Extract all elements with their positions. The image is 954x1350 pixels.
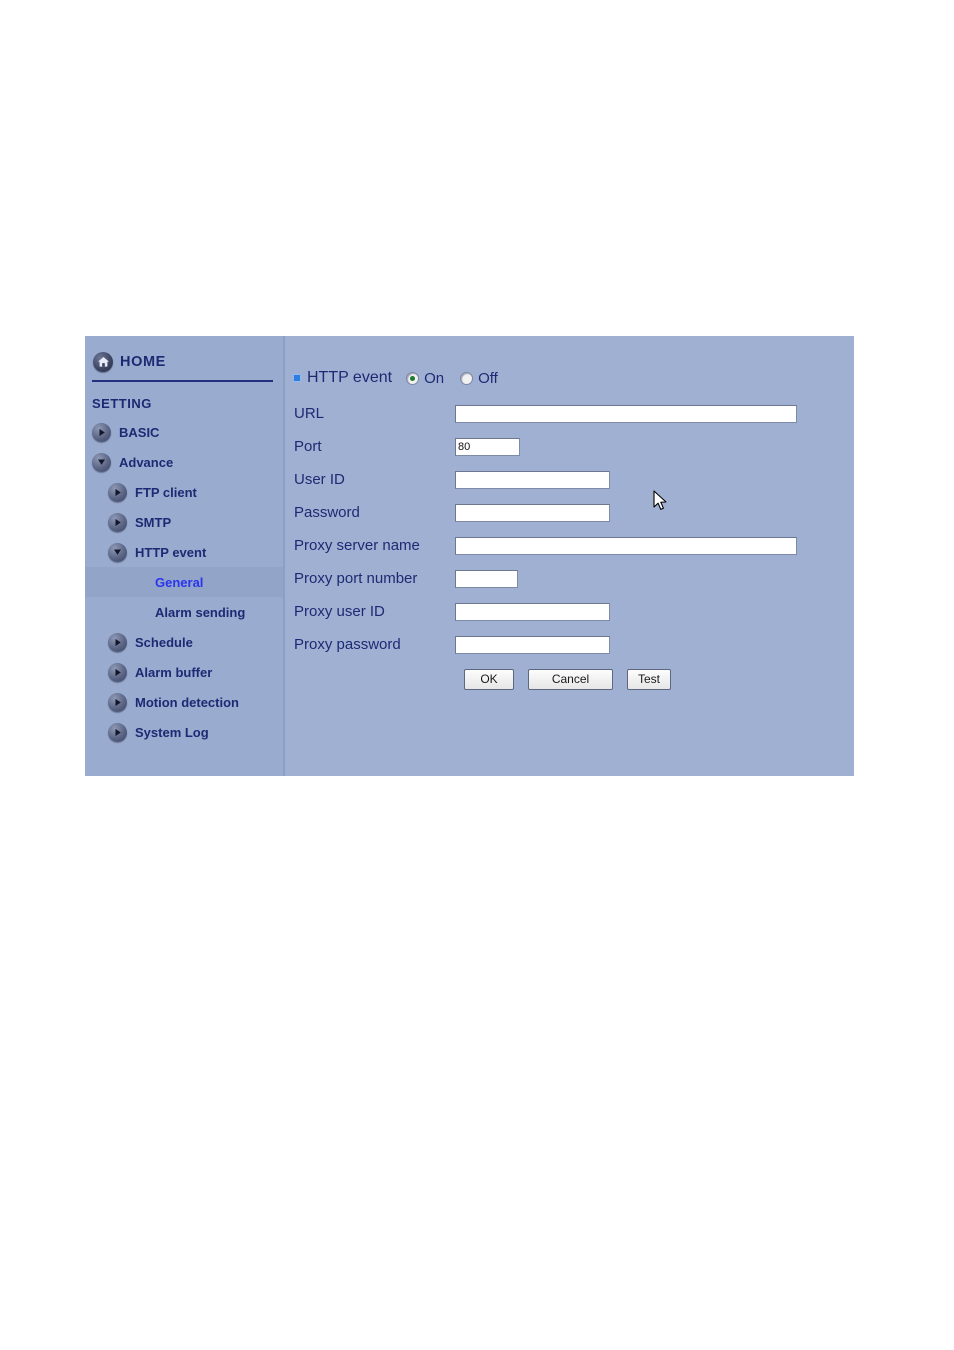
radio-off-label: Off xyxy=(478,369,498,387)
form-row-url: URL xyxy=(294,397,854,430)
form-row-user-id: User ID xyxy=(294,463,854,496)
http-event-form: URL Port User ID Password Proxy server n… xyxy=(285,397,854,690)
radio-off[interactable] xyxy=(460,371,474,385)
sidebar-item-system-log[interactable]: System Log xyxy=(85,717,283,747)
sidebar-item-label: Alarm sending xyxy=(155,604,246,620)
port-input[interactable] xyxy=(455,437,520,456)
setting-heading: SETTING xyxy=(92,396,152,411)
sidebar-item-http-event[interactable]: HTTP event xyxy=(85,537,283,567)
sidebar-item-alarm-sending[interactable]: Alarm sending xyxy=(85,597,283,627)
proxy-server-name-input[interactable] xyxy=(455,536,797,555)
section-header: HTTP event On Off xyxy=(285,336,854,389)
proxy-user-id-input[interactable] xyxy=(455,602,610,621)
sidebar-item-label: BASIC xyxy=(119,424,160,440)
proxy-server-name-label: Proxy server name xyxy=(294,537,420,554)
arrow-right-icon xyxy=(108,632,127,652)
user-id-input[interactable] xyxy=(455,470,610,489)
sidebar-item-smtp[interactable]: SMTP xyxy=(85,507,283,537)
proxy-port-number-label: Proxy port number xyxy=(294,570,418,587)
sidebar-item-label: Alarm buffer xyxy=(135,664,213,680)
sidebar-item-basic[interactable]: BASIC xyxy=(85,417,283,447)
ok-button[interactable]: OK xyxy=(464,669,514,690)
arrow-down-icon xyxy=(92,452,111,472)
arrow-right-icon xyxy=(108,662,127,682)
camera-setting-panel: HOME SETTING BASIC Advance FTP client SM… xyxy=(85,336,854,776)
sidebar-item-label: FTP client xyxy=(135,484,197,500)
port-label: Port xyxy=(294,438,322,455)
sidebar-item-label: Schedule xyxy=(135,634,193,650)
sidebar-item-label: General xyxy=(155,574,204,590)
http-event-toggle-group: On Off xyxy=(406,370,514,387)
proxy-password-input[interactable] xyxy=(455,635,610,654)
sidebar-item-advance[interactable]: Advance xyxy=(85,447,283,477)
proxy-password-label: Proxy password xyxy=(294,636,401,653)
sidebar-item-ftp-client[interactable]: FTP client xyxy=(85,477,283,507)
sidebar-item-schedule[interactable]: Schedule xyxy=(85,627,283,657)
form-row-proxy-user-id: Proxy user ID xyxy=(294,595,854,628)
page-title: HTTP event xyxy=(307,369,393,386)
url-input[interactable] xyxy=(455,404,797,423)
square-bullet-icon xyxy=(293,374,301,382)
arrow-down-icon xyxy=(108,542,127,562)
radio-on-dot xyxy=(410,375,416,381)
form-row-proxy-port-number: Proxy port number xyxy=(294,562,854,595)
form-row-password: Password xyxy=(294,496,854,529)
sidebar-item-label: Motion detection xyxy=(135,694,239,710)
user-id-label: User ID xyxy=(294,471,345,488)
sidebar-item-label: System Log xyxy=(135,724,209,740)
sidebar: HOME SETTING BASIC Advance FTP client SM… xyxy=(85,336,285,776)
arrow-right-icon xyxy=(108,722,127,742)
cancel-button[interactable]: Cancel xyxy=(528,669,613,690)
sidebar-item-motion-detection[interactable]: Motion detection xyxy=(85,687,283,717)
password-label: Password xyxy=(294,504,360,521)
test-button[interactable]: Test xyxy=(627,669,671,690)
sidebar-item-alarm-buffer[interactable]: Alarm buffer xyxy=(85,657,283,687)
radio-on[interactable] xyxy=(406,371,420,385)
form-actions: OK Cancel Test xyxy=(294,669,854,690)
arrow-right-icon xyxy=(108,512,127,532)
arrow-right-icon xyxy=(92,422,111,442)
password-input[interactable] xyxy=(455,503,610,522)
proxy-port-number-input[interactable] xyxy=(455,569,518,588)
radio-on-label: On xyxy=(424,369,445,387)
content-area: HTTP event On Off URL Port User ID xyxy=(285,336,854,776)
home-icon xyxy=(93,352,113,372)
home-label: HOME xyxy=(120,354,166,370)
sidebar-item-label: SMTP xyxy=(135,514,172,530)
url-label: URL xyxy=(294,405,325,422)
sidebar-item-general[interactable]: General xyxy=(85,567,283,597)
arrow-right-icon xyxy=(108,482,127,502)
form-row-proxy-password: Proxy password xyxy=(294,628,854,661)
form-row-proxy-server-name: Proxy server name xyxy=(294,529,854,562)
sidebar-item-label: HTTP event xyxy=(135,544,207,560)
sidebar-item-home[interactable]: HOME xyxy=(85,336,283,372)
arrow-right-icon xyxy=(108,692,127,712)
form-row-port: Port xyxy=(294,430,854,463)
proxy-user-id-label: Proxy user ID xyxy=(294,603,385,620)
sidebar-item-label: Advance xyxy=(119,454,174,470)
